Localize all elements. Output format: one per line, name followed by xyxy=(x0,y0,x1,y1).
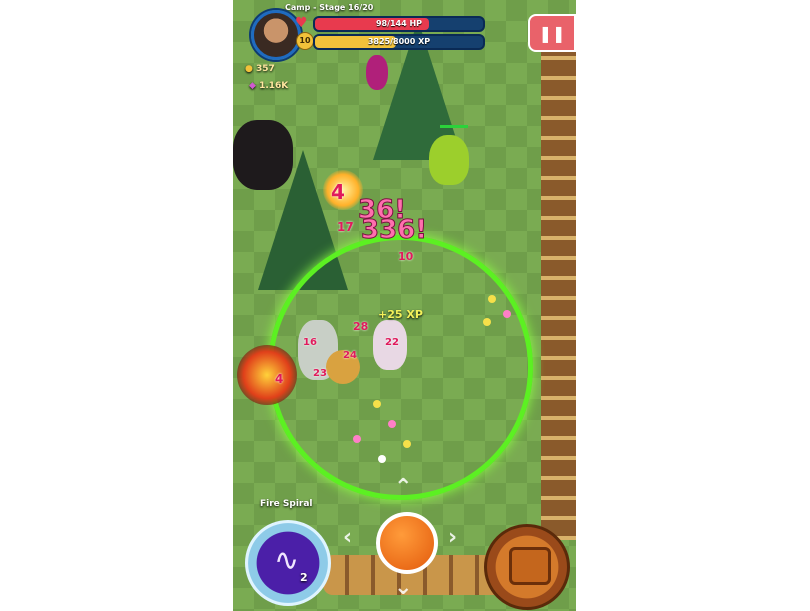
gold-counter: ● 357 xyxy=(245,64,275,74)
flower xyxy=(388,420,396,428)
hp-text: 98/144 HP xyxy=(375,19,423,28)
log-border xyxy=(541,40,576,540)
damage-number: 4 xyxy=(331,180,345,204)
player-hud: Camp - Stage 16/20 ♥ 98/144 HP 10 3825/8… xyxy=(241,0,485,60)
fire-spiral-icon: ∿ xyxy=(274,543,300,578)
fire-spiral-skill-button[interactable]: ∿ 2 xyxy=(245,520,331,606)
inventory-chest-button[interactable] xyxy=(484,524,570,610)
pause-button[interactable]: ❚❚ xyxy=(528,14,576,52)
flower xyxy=(483,318,491,326)
gem-counter: ◆ 1.16K xyxy=(249,81,288,91)
xp-text: 3825/8000 XP xyxy=(367,37,431,46)
pause-icon: ❚❚ xyxy=(538,23,566,43)
enemy-health-bar xyxy=(440,125,468,128)
player-avatar[interactable] xyxy=(251,10,301,60)
flower xyxy=(503,310,511,318)
gold-value: 357 xyxy=(256,64,275,74)
damage-number: 28 xyxy=(353,320,369,333)
damage-number: 23 xyxy=(313,368,327,379)
joystick-right-arrow: › xyxy=(448,525,458,550)
flower xyxy=(373,400,381,408)
joystick-left-arrow: ‹ xyxy=(343,525,353,550)
stage-label: Camp - Stage 16/20 xyxy=(285,3,374,12)
damage-number: 17 xyxy=(337,220,354,234)
skill-name-label: Fire Spiral xyxy=(260,499,313,509)
joystick-down-arrow: ⌄ xyxy=(394,575,413,600)
coin-icon: ● xyxy=(245,64,253,74)
purple-imp-enemy[interactable] xyxy=(366,55,388,90)
xp-gain-popup: +25 XP xyxy=(378,308,423,321)
green-goblin-enemy[interactable] xyxy=(429,135,469,185)
flower xyxy=(378,455,386,463)
level-badge: 10 xyxy=(296,32,314,50)
gem-value: 1.16K xyxy=(259,81,289,91)
damage-number: 16 xyxy=(303,337,317,348)
damage-number: 24 xyxy=(343,350,357,361)
flower xyxy=(403,440,411,448)
damage-number: 22 xyxy=(385,337,399,348)
xp-bar: 3825/8000 XP xyxy=(313,34,485,50)
game-viewport[interactable]: 4 36! 336! 17 10 28 16 24 22 23 4 +25 XP… xyxy=(233,0,576,611)
heart-icon: ♥ xyxy=(295,15,308,31)
damage-number: 4 xyxy=(275,372,284,386)
dark-bush xyxy=(233,120,293,190)
damage-number: 10 xyxy=(398,250,414,263)
gem-icon: ◆ xyxy=(249,81,256,91)
chest-icon xyxy=(509,547,551,585)
fire-explosion xyxy=(237,345,297,405)
damage-number-critical: 336! xyxy=(360,215,428,246)
flower xyxy=(353,435,361,443)
skill-charge-count: 2 xyxy=(300,571,308,584)
joystick-up-arrow: ⌃ xyxy=(394,475,413,500)
flower xyxy=(488,295,496,303)
joystick-knob[interactable] xyxy=(376,512,438,574)
hp-bar: 98/144 HP xyxy=(313,16,485,32)
